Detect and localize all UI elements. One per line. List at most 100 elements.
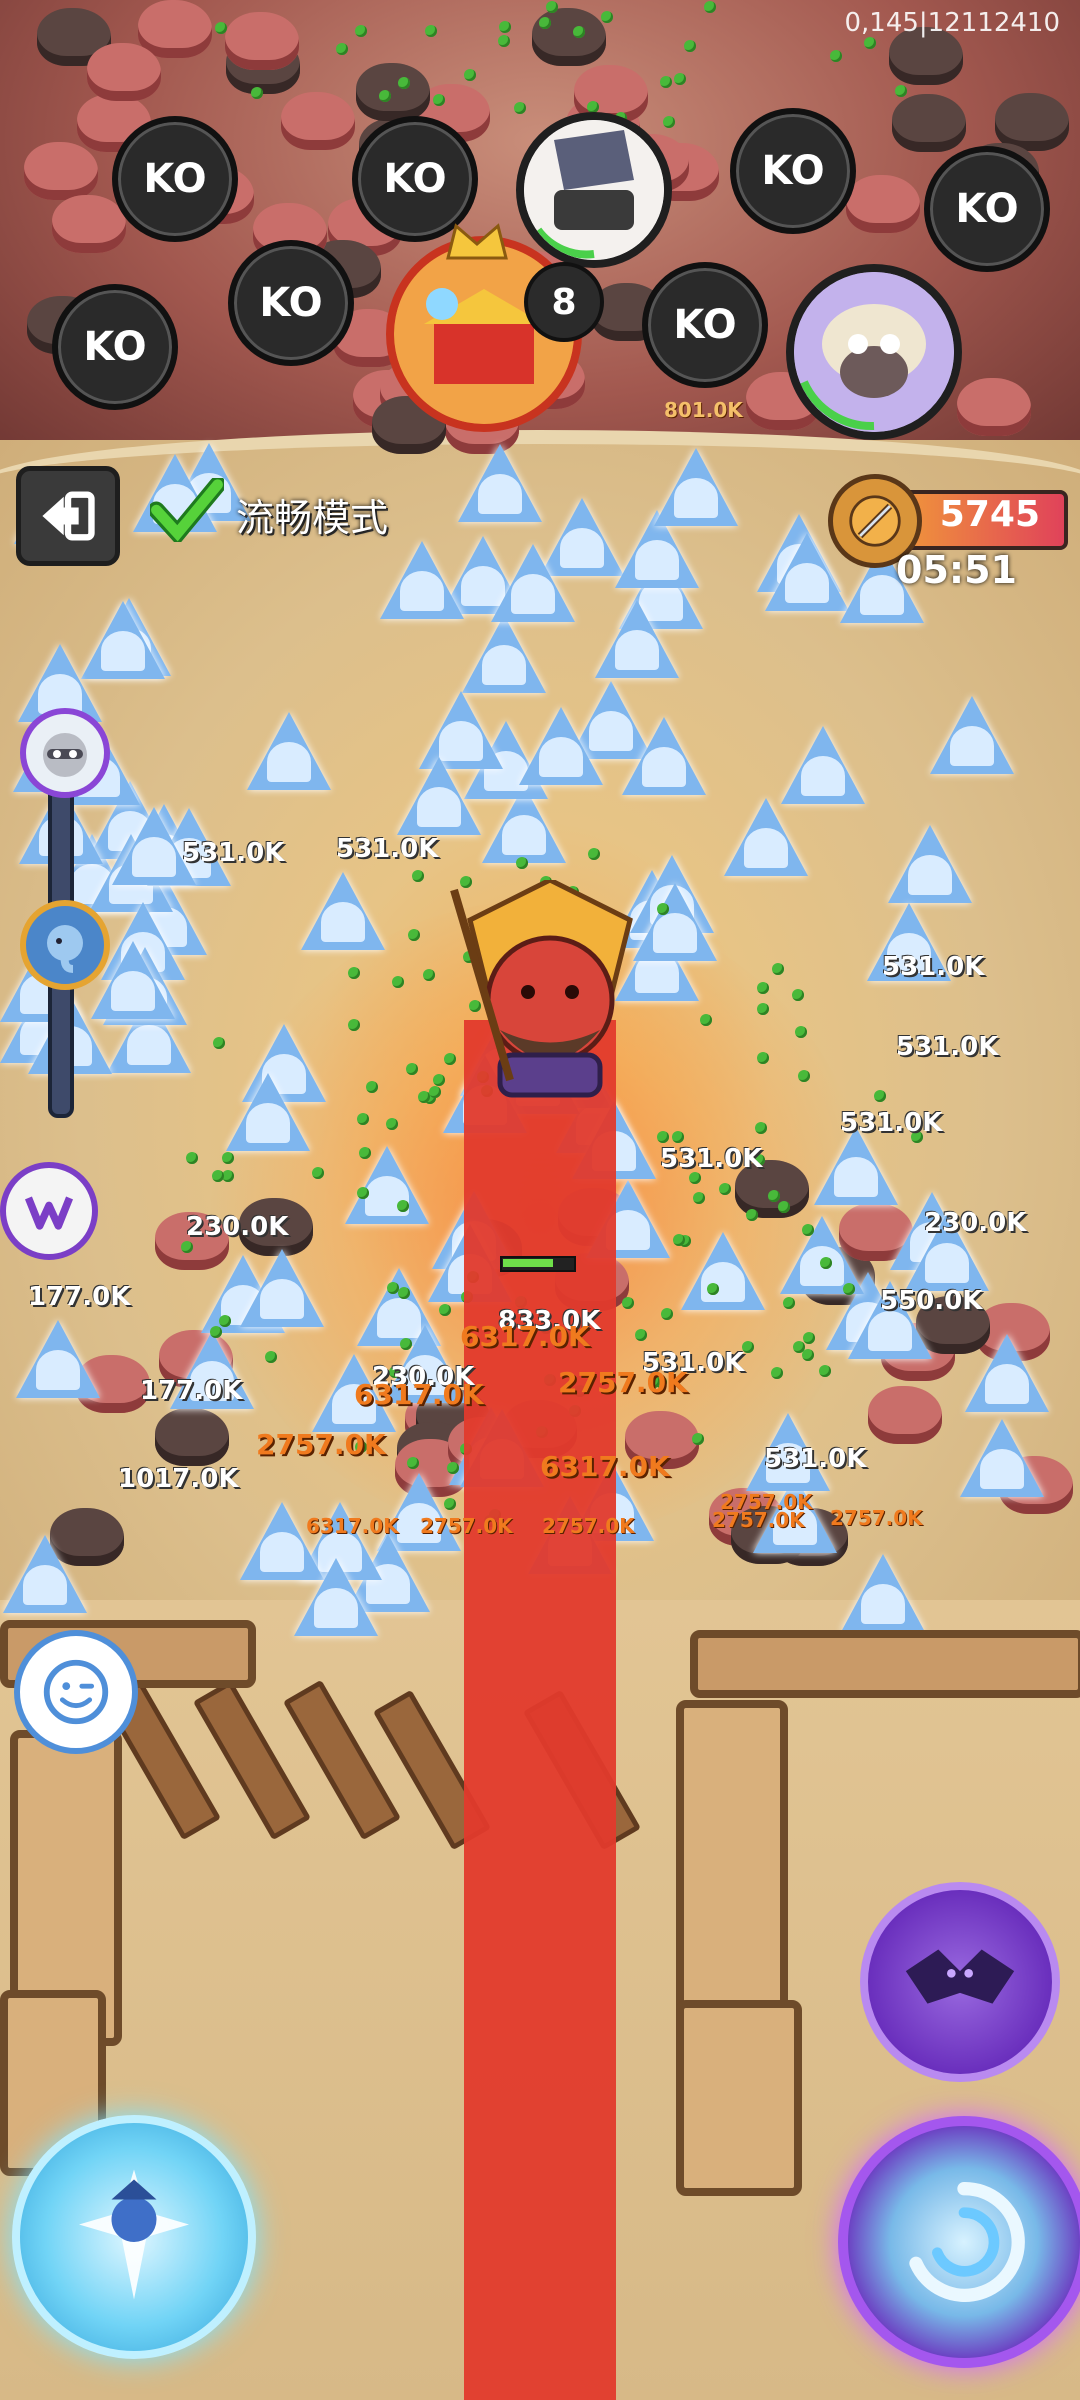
xp-orb: [499, 21, 511, 33]
xp-orb: [635, 1329, 647, 1341]
xp-orb: [661, 1308, 673, 1320]
checkmark-icon: [147, 476, 227, 547]
xp-orb: [783, 1297, 795, 1309]
xp-orb: [406, 1063, 418, 1075]
xp-orb: [673, 1234, 685, 1246]
xp-orb: [359, 1147, 371, 1159]
xp-orb: [755, 1122, 767, 1134]
sheep-avatar-icon: [794, 272, 954, 432]
xp-orb: [398, 77, 410, 89]
enemy-bison: [138, 0, 212, 58]
xp-orb: [771, 1367, 783, 1379]
xp-orb: [418, 1091, 430, 1103]
xp-orb: [447, 1462, 459, 1474]
ice-crystal: [965, 1334, 1049, 1412]
ko-label: KO: [143, 156, 207, 202]
xp-orb: [366, 1081, 378, 1093]
xp-orb: [803, 1332, 815, 1344]
ice-crystal: [780, 1216, 864, 1294]
ko-badge: KO: [112, 116, 238, 242]
opponent-portrait-sheep: [786, 264, 962, 440]
xp-orb: [719, 1183, 731, 1195]
xp-orb: [386, 1118, 398, 1130]
enemy-bison: [957, 378, 1031, 436]
enemy-bison: [846, 175, 920, 233]
back-arrow-icon: [42, 491, 95, 541]
ice-crystal: [226, 1073, 310, 1151]
xp-orb: [700, 1014, 712, 1026]
xp-orb: [820, 1257, 832, 1269]
elephant-icon: [47, 925, 83, 973]
enemy-bison: [87, 43, 161, 101]
xp-orb: [433, 94, 445, 106]
xp-orb: [693, 1192, 705, 1204]
damage-number: 6317.0K: [540, 1450, 670, 1483]
back-button[interactable]: [16, 466, 120, 566]
enemy-bison: [225, 12, 299, 70]
xp-orb: [392, 976, 404, 988]
enemy-bison: [24, 142, 98, 200]
knight-avatar-icon: [524, 120, 664, 260]
xp-orb: [408, 929, 420, 941]
ice-crystal: [724, 798, 808, 876]
ice-crystal: [247, 712, 331, 790]
damage-number: 1017.0K: [118, 1464, 239, 1494]
shadow-beast-skill-button[interactable]: [860, 1882, 1060, 2082]
xp-orb: [186, 1152, 198, 1164]
xp-orb: [830, 50, 842, 62]
xp-orb: [657, 1131, 669, 1143]
xp-orb: [546, 1, 558, 13]
damage-number: 801.0K: [664, 398, 743, 422]
vortex-skill-button[interactable]: [838, 2116, 1080, 2368]
xp-orb: [757, 1052, 769, 1064]
xp-orb: [778, 1201, 790, 1213]
damage-number: 230.0K: [186, 1212, 289, 1242]
xp-orb: [498, 35, 510, 47]
xp-orb: [181, 1241, 193, 1253]
xp-orb: [219, 1315, 231, 1327]
match-timer: 05:51: [896, 548, 1017, 592]
xp-orb: [215, 22, 227, 34]
xp-orb: [757, 1003, 769, 1015]
xp-orb: [212, 1170, 224, 1182]
ice-crystal: [240, 1249, 324, 1327]
enemy-bison: [356, 63, 430, 121]
ice-crystal: [519, 707, 603, 785]
xp-orb: [265, 1351, 277, 1363]
damage-number: 2757.0K: [420, 1514, 513, 1538]
ice-mage-skill-button[interactable]: [12, 2115, 256, 2359]
damage-number: 531.0K: [764, 1444, 867, 1474]
ice-crystal: [491, 544, 575, 622]
damage-number: 531.0K: [882, 952, 985, 982]
ko-badge: KO: [228, 240, 354, 366]
ko-label: KO: [955, 186, 1019, 232]
xp-orb: [348, 1019, 360, 1031]
ko-label: KO: [761, 148, 825, 194]
xp-orb: [516, 857, 528, 869]
xp-orb: [663, 116, 675, 128]
damage-number: 531.0K: [182, 838, 285, 868]
hero-hp-fill: [503, 1259, 553, 1267]
ice-crystal: [595, 600, 679, 678]
hero-warrior: [450, 880, 633, 1098]
ice-crystal: [930, 696, 1014, 774]
xp-orb: [210, 1326, 222, 1338]
ice-crystal: [814, 1127, 898, 1205]
xp-orb: [672, 1131, 684, 1143]
xp-orb: [895, 85, 907, 97]
smooth-mode-toggle[interactable]: [147, 476, 227, 547]
emoji-chat-button[interactable]: [14, 1630, 138, 1754]
xp-orb: [704, 1, 716, 13]
damage-number: 2757.0K: [720, 1490, 813, 1514]
ice-crystal: [3, 1535, 87, 1613]
xp-orb: [660, 76, 672, 88]
ice-crystal: [294, 1558, 378, 1636]
xp-orb: [397, 1200, 409, 1212]
damage-number: 531.0K: [660, 1144, 763, 1174]
xp-orb: [864, 37, 876, 49]
enemy-bison: [52, 195, 126, 253]
xp-orb: [439, 1304, 451, 1316]
enemy-bison: [892, 94, 966, 152]
xp-orb: [692, 1433, 704, 1445]
xp-orb: [387, 1282, 399, 1294]
